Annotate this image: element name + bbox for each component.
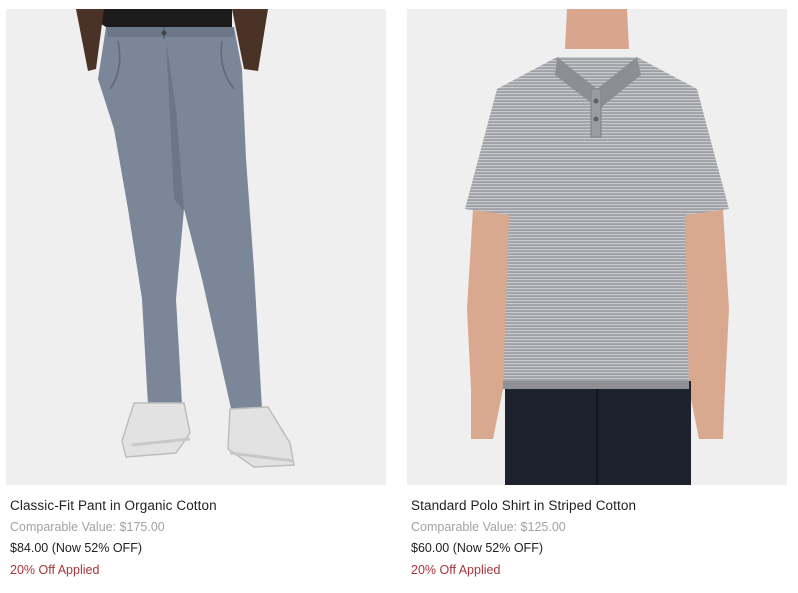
comparable-value: Comparable Value: $125.00 bbox=[411, 520, 566, 534]
promo-label: 20% Off Applied bbox=[411, 563, 501, 577]
product-price: $84.00 (Now 52% OFF) bbox=[10, 541, 142, 555]
product-card-polo[interactable]: Standard Polo Shirt in Striped Cotton Co… bbox=[407, 9, 787, 577]
product-image-polo[interactable] bbox=[407, 9, 787, 485]
promo-label: 20% Off Applied bbox=[10, 563, 100, 577]
product-name[interactable]: Classic-Fit Pant in Organic Cotton bbox=[10, 498, 386, 513]
comparable-value: Comparable Value: $175.00 bbox=[10, 520, 165, 534]
product-name[interactable]: Standard Polo Shirt in Striped Cotton bbox=[411, 498, 787, 513]
product-image-pant[interactable] bbox=[6, 9, 386, 485]
product-card-pant[interactable]: Classic-Fit Pant in Organic Cotton Compa… bbox=[6, 9, 386, 577]
product-grid: Classic-Fit Pant in Organic Cotton Compa… bbox=[0, 0, 798, 593]
product-price: $60.00 (Now 52% OFF) bbox=[411, 541, 543, 555]
